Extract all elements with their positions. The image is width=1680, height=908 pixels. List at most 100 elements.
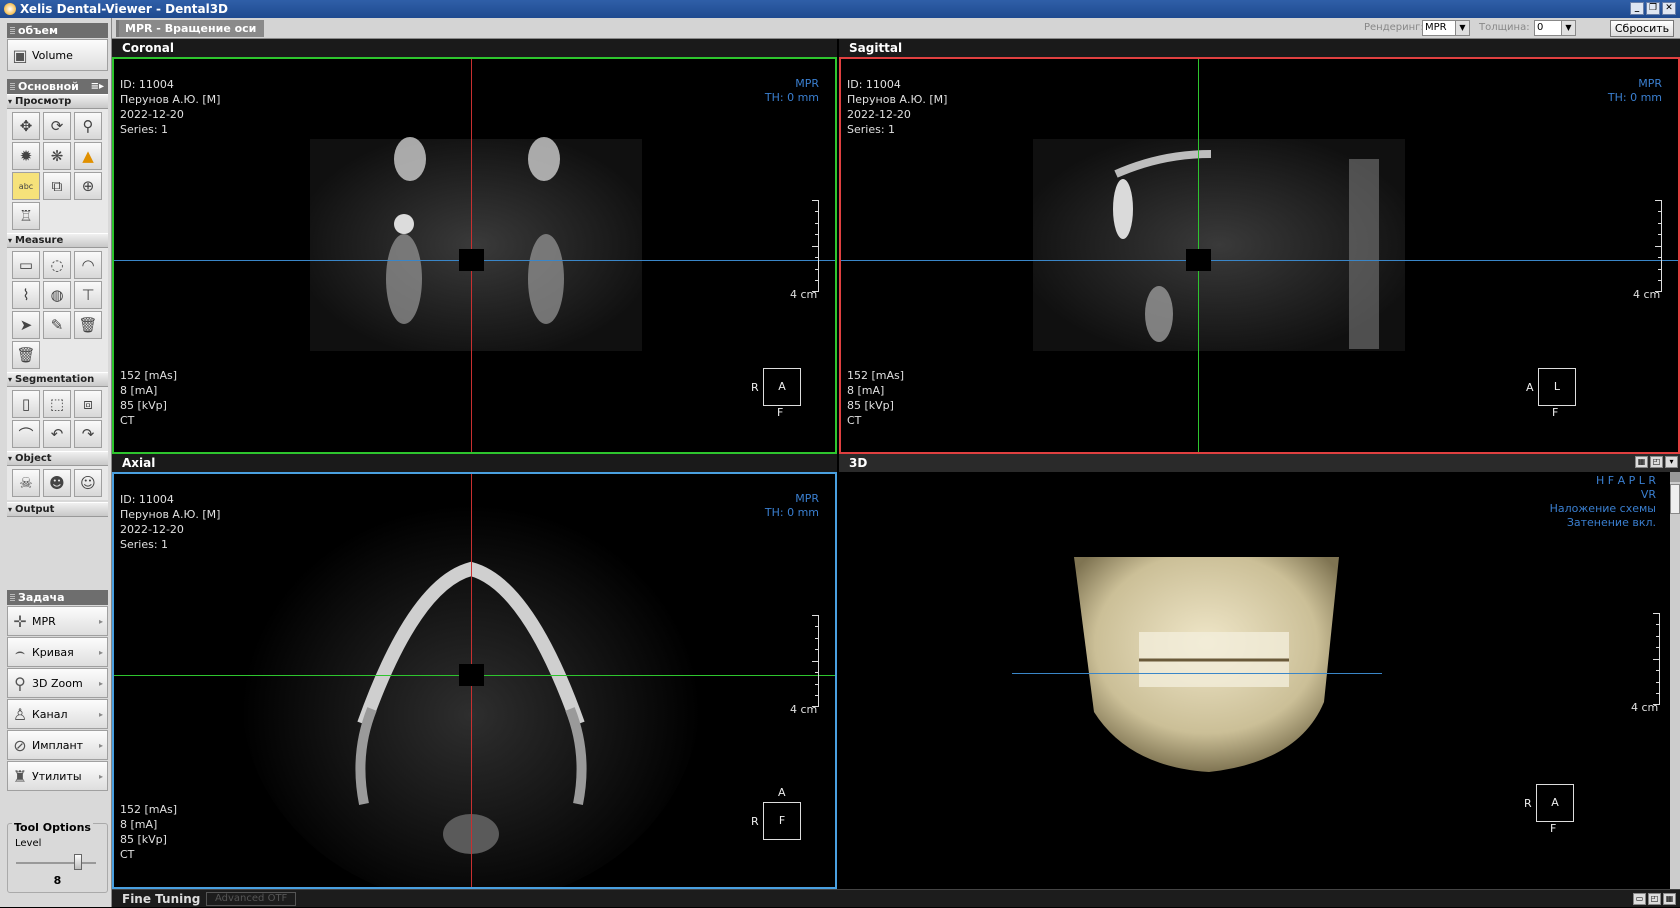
- close-button[interactable]: ✕: [1662, 2, 1676, 15]
- task-canal[interactable]: ♙ Канал ▸: [7, 699, 108, 729]
- axial-horizontal-line[interactable]: [484, 675, 835, 676]
- title-bar: Xelis Dental-Viewer - Dental3D _ ❐ ✕: [0, 0, 1680, 18]
- zoom-icon[interactable]: ⚲: [74, 112, 102, 140]
- task-label: Канал: [32, 707, 68, 721]
- coronal-horizontal-line[interactable]: [114, 260, 459, 261]
- coronal-horizontal-line[interactable]: [484, 260, 835, 261]
- layout-icon[interactable]: ▦: [1635, 456, 1648, 468]
- ruler-icon[interactable]: ▭: [12, 251, 40, 279]
- restore-button[interactable]: ❐: [1646, 2, 1660, 15]
- sagittal-horizontal-line[interactable]: [841, 260, 1186, 261]
- copy-icon[interactable]: ⧉: [43, 172, 71, 200]
- render-label: Рендеринг:: [1364, 22, 1424, 33]
- study-date: 2022-12-20: [120, 523, 184, 536]
- task-mpr[interactable]: ✛ MPR ▸: [7, 606, 108, 636]
- main-panel: Основной ≡▸ Просмотр ✥ ⟳ ⚲ ✹ ❋ ▲ abc ⧉ ⊕ …: [7, 79, 108, 517]
- coronal-image[interactable]: ID: 11004 Перунов А.Ю. [M] 2022-12-20 Serie…: [112, 57, 837, 454]
- section-measure[interactable]: Measure: [7, 233, 108, 248]
- panel-collapse-icon[interactable]: ▭: [1633, 893, 1646, 905]
- sagittal-horizontal-line[interactable]: [1211, 260, 1678, 261]
- orientation-box[interactable]: A: [1536, 784, 1574, 822]
- undo-icon[interactable]: ↶: [43, 420, 71, 448]
- sagittal-image[interactable]: ID: 11004 Перунов А.Ю. [M] 2022-12-20 Serie…: [839, 57, 1680, 454]
- orientation-box[interactable]: F: [763, 802, 801, 840]
- profile-icon[interactable]: ⌇: [12, 281, 40, 309]
- skull-icon[interactable]: ☠: [12, 469, 40, 497]
- dropdown-icon[interactable]: ▾: [1665, 456, 1678, 468]
- section-object[interactable]: Object: [7, 451, 108, 466]
- cut-icon[interactable]: ⌒: [12, 420, 40, 448]
- mpr-icon: ✛: [13, 611, 27, 631]
- thickness-select[interactable]: 0 ▼: [1534, 20, 1576, 36]
- crosshair-center: [1186, 249, 1211, 271]
- eraser-icon[interactable]: ✎: [43, 311, 71, 339]
- sidebar: объем ▣ Volume Основной ≡▸ Просмотр ✥ ⟳ ⚲…: [0, 18, 112, 907]
- rotate-icon[interactable]: ⟳: [43, 112, 71, 140]
- delete-icon[interactable]: 🗑: [74, 311, 102, 339]
- select-icon[interactable]: ➤: [12, 311, 40, 339]
- reset-button[interactable]: Сбросить: [1610, 20, 1674, 37]
- level-slider[interactable]: [16, 854, 96, 870]
- redo-icon[interactable]: ↷: [74, 420, 102, 448]
- task-utilities[interactable]: ♜ Утилиты ▸: [7, 761, 108, 791]
- task-3d-zoom[interactable]: ⚲ 3D Zoom ▸: [7, 668, 108, 698]
- section-segmentation[interactable]: Segmentation: [7, 372, 108, 387]
- delete-all-icon[interactable]: 🗑: [12, 341, 40, 369]
- warning-icon[interactable]: ▲: [74, 142, 102, 170]
- scroll-thumb[interactable]: [1670, 484, 1680, 514]
- tooth-icon[interactable]: ♖: [12, 202, 40, 230]
- angle-icon[interactable]: ◠: [74, 251, 102, 279]
- scale-bar: [811, 615, 819, 707]
- orientation-box[interactable]: A: [763, 368, 801, 406]
- rotate-3d-icon[interactable]: ❋: [43, 142, 71, 170]
- orientation-box[interactable]: L: [1538, 368, 1576, 406]
- maximize-icon[interactable]: ◰: [1650, 456, 1663, 468]
- fine-tuning-title[interactable]: Fine Tuning: [122, 890, 200, 908]
- move-icon[interactable]: ✥: [12, 112, 40, 140]
- globe-icon[interactable]: ◍: [43, 281, 71, 309]
- volume-button[interactable]: ▣ Volume: [7, 39, 108, 71]
- arrow-annotation-icon[interactable]: ⊤: [74, 281, 102, 309]
- utilities-icon: ♜: [12, 766, 28, 786]
- menu-icon[interactable]: ≡▸: [91, 79, 104, 94]
- 3d-render[interactable]: H F A P L R VR Наложение схемы Затенение вк…: [839, 472, 1680, 889]
- sagittal-viewport[interactable]: Sagittal ID: 11004 Перунов А.Ю. [M] 2022-1…: [839, 39, 1680, 454]
- area-icon[interactable]: ◌: [43, 251, 71, 279]
- section-output[interactable]: Output: [7, 502, 108, 517]
- level-slider-thumb[interactable]: [73, 854, 82, 870]
- axial-viewport[interactable]: Axial ID: 11004 Перунов А.Ю. [M] 2022-12-2…: [112, 454, 837, 889]
- sagittal-patient-info: ID: 11004 Перунов А.Ю. [M] 2022-12-20 Serie…: [847, 77, 947, 137]
- orientation-labels[interactable]: H F A P L R: [1550, 474, 1656, 488]
- text-annotation-icon[interactable]: abc: [12, 172, 40, 200]
- sculpt-icon[interactable]: ⬚: [43, 390, 71, 418]
- curve-icon: ⌢: [14, 642, 26, 661]
- merge-icon[interactable]: ⧈: [74, 390, 102, 418]
- task-implant[interactable]: ⊘ Имплант ▸: [7, 730, 108, 760]
- scroll-up-icon[interactable]: [1670, 472, 1680, 482]
- coronal-viewport[interactable]: Coronal ID: 11004 Перунов А.Ю. [M] 2022-12…: [112, 39, 837, 454]
- task-curve[interactable]: ⌢ Кривая ▸: [7, 637, 108, 667]
- mode-bar: MPR - Вращение оси Рендеринг: MPR ▼ Толщи…: [112, 18, 1680, 39]
- brush-icon[interactable]: ▯: [12, 390, 40, 418]
- shading-toggle[interactable]: Затенение вкл.: [1550, 516, 1656, 530]
- chevron-right-icon: ▸: [98, 771, 103, 781]
- advanced-otf-tab[interactable]: Advanced OTF: [206, 892, 297, 906]
- render-select[interactable]: MPR ▼: [1422, 20, 1470, 36]
- panel-restore-icon[interactable]: ◰: [1648, 893, 1661, 905]
- overlay-toggle[interactable]: Наложение схемы: [1550, 502, 1656, 516]
- target-icon[interactable]: ⊕: [74, 172, 102, 200]
- brightness-icon[interactable]: ✹: [12, 142, 40, 170]
- head-icon[interactable]: ☻: [43, 469, 71, 497]
- 3d-scrollbar[interactable]: [1670, 472, 1680, 889]
- panel-grid-icon[interactable]: ▦: [1663, 893, 1676, 905]
- axial-horizontal-line[interactable]: [114, 675, 459, 676]
- axial-image[interactable]: ID: 11004 Перунов А.Ю. [M] 2022-12-20 Serie…: [112, 472, 837, 889]
- 3d-viewport[interactable]: 3D ▦ ◰ ▾ H F A P L R VR Наложение схемы Зат…: [839, 454, 1680, 889]
- series: Series: 1: [847, 123, 896, 136]
- 3d-plane-line[interactable]: [1012, 673, 1382, 674]
- section-view[interactable]: Просмотр: [7, 94, 108, 109]
- minimize-button[interactable]: _: [1630, 2, 1644, 15]
- study-date: 2022-12-20: [120, 108, 184, 121]
- face-icon[interactable]: ☺: [74, 469, 102, 497]
- modality: CT: [847, 414, 862, 427]
